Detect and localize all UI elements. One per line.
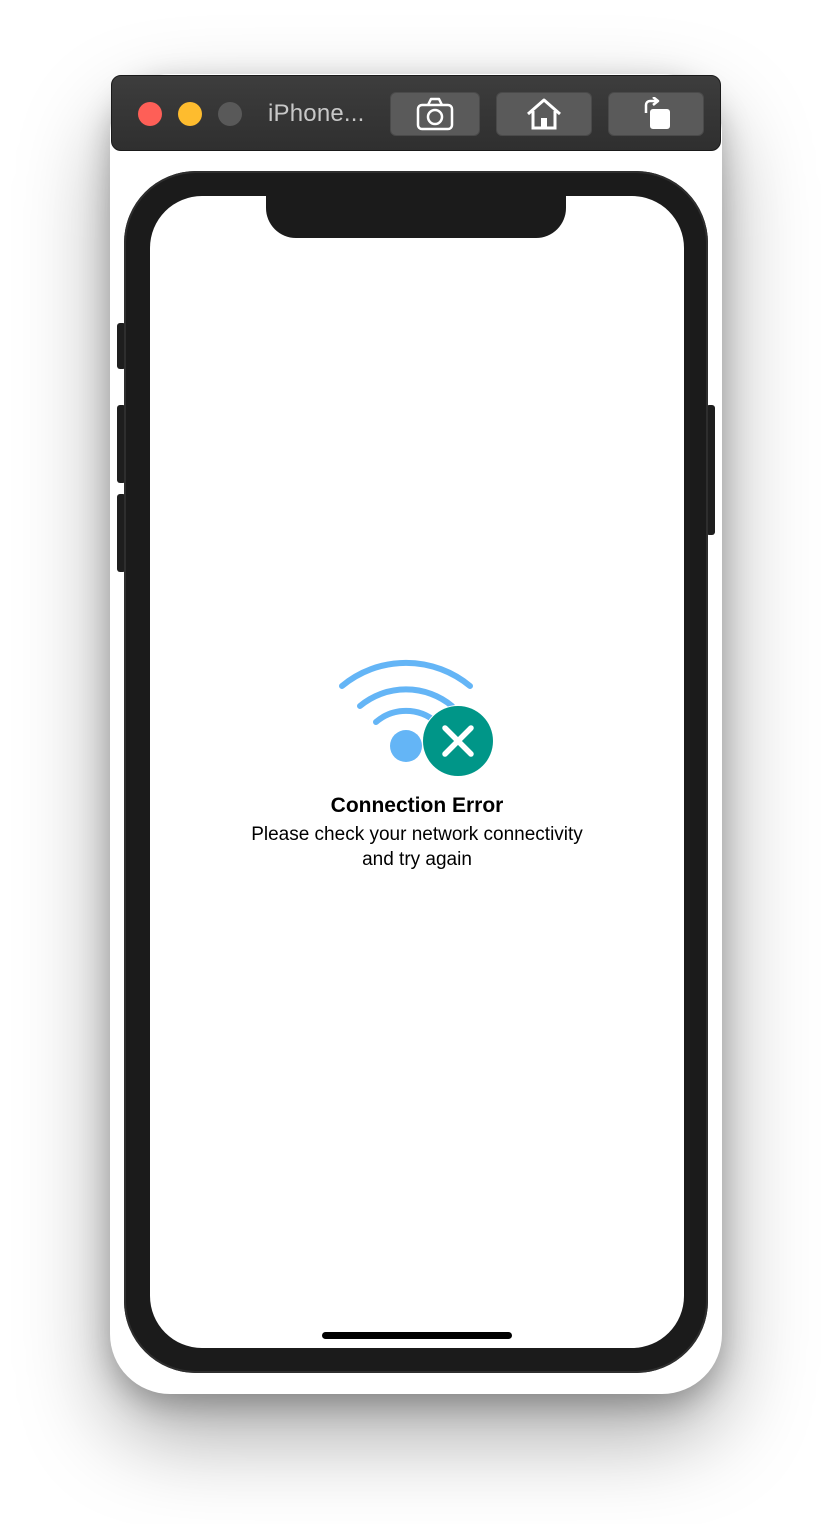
error-message: Please check your network connectivity a… [150,822,684,872]
error-title: Connection Error [330,794,504,817]
minimize-window-button[interactable] [178,102,202,126]
window-title: iPhone... [268,100,365,127]
zoom-window-button[interactable] [218,102,242,126]
home-indicator[interactable] [322,1332,512,1339]
home-button[interactable] [496,92,592,136]
error-message-line-1: Please check your network connectivity [251,824,583,845]
close-window-button[interactable] [138,102,162,126]
error-message-line-2: and try again [362,849,472,870]
camera-icon [416,97,454,131]
rotate-button[interactable] [608,92,704,136]
phone-notch [266,190,566,238]
rotate-icon [640,97,672,131]
home-icon [526,98,562,130]
screenshot-button[interactable] [390,92,480,136]
wifi-error-icon [334,648,498,785]
